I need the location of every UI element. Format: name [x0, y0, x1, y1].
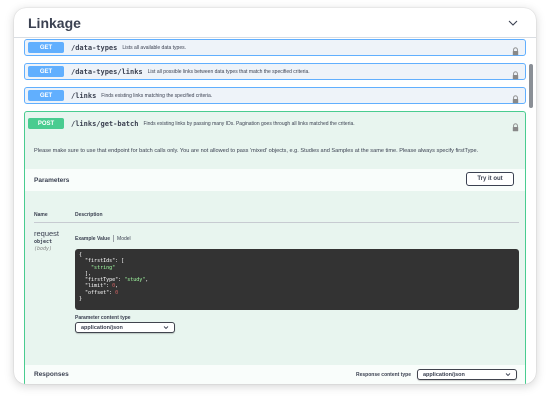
section-title: Linkage: [28, 14, 81, 31]
json-key: "firstType": [85, 277, 119, 284]
parameters-title: Parameters: [34, 176, 70, 184]
endpoint-get-data-types-links[interactable]: GET /data-types/links List all possible …: [24, 63, 526, 80]
responses-header: Responses Response content type applicat…: [25, 365, 525, 384]
json-brace: {: [79, 252, 83, 258]
endpoint-description: Lists all available data types.: [122, 44, 187, 51]
json-string: "string": [91, 264, 116, 271]
json-number: 0: [115, 289, 119, 296]
endpoint-description: List all possible links between data typ…: [147, 68, 310, 75]
endpoint-path: /links/get-batch: [71, 119, 139, 128]
try-it-out-button[interactable]: Try it out: [466, 172, 514, 186]
parameter-location: (body): [34, 246, 53, 252]
json-key: "firstIds": [85, 258, 116, 265]
response-content-type-select[interactable]: application/json: [417, 369, 517, 380]
column-header-description: Description: [75, 212, 103, 218]
tab-model[interactable]: Model: [117, 236, 131, 242]
parameter-type: object: [34, 239, 53, 245]
column-header-name: Name: [34, 212, 48, 218]
json-brace: }: [79, 296, 83, 303]
json-number: 0: [112, 283, 116, 290]
chevron-down-icon[interactable]: [508, 20, 518, 26]
scrollbar-thumb[interactable]: [529, 64, 533, 108]
endpoint-get-links[interactable]: GET /links Finds existing links matching…: [24, 87, 526, 104]
responses-title: Responses: [34, 371, 69, 378]
json-key: "offset": [85, 289, 110, 296]
column-divider: [34, 222, 519, 223]
example-value-code[interactable]: { "firstIds": [ "string" ], "firstType":…: [75, 249, 519, 310]
endpoint-get-data-types[interactable]: GET /data-types Lists all available data…: [24, 39, 526, 56]
json-punct: ],: [85, 270, 92, 277]
endpoint-note: Please make sure to use that endpoint fo…: [34, 148, 479, 154]
example-model-tabs: Example Value Model: [75, 235, 131, 242]
linkage-section: Linkage GET /data-types Lists all availa…: [14, 8, 536, 384]
endpoint-post-links-get-batch[interactable]: POST /links/get-batch Finds existing lin…: [24, 111, 526, 135]
parameter-content-type-select[interactable]: application/json: [75, 322, 175, 333]
method-badge: GET: [28, 66, 64, 77]
endpoint-description: Finds existing links by passing many IDs…: [143, 120, 355, 127]
lock-icon[interactable]: [512, 43, 519, 61]
endpoint-path: /links: [71, 91, 97, 100]
method-badge: GET: [28, 90, 64, 101]
lock-icon[interactable]: [512, 67, 519, 85]
endpoint-description: Finds existing links matching the specif…: [101, 92, 213, 99]
method-badge: GET: [28, 42, 64, 53]
tab-separator: [113, 235, 115, 242]
json-punct: : [: [115, 258, 125, 265]
method-badge: POST: [28, 118, 64, 129]
scrollbar[interactable]: [529, 44, 533, 378]
parameter-name: request: [34, 229, 60, 238]
endpoint-path: /data-types/links: [71, 67, 143, 76]
select-value: application/json: [423, 371, 465, 378]
parameters-header: Parameters Try it out: [25, 169, 525, 191]
caret-down-icon: [163, 325, 169, 332]
endpoint-path: /data-types: [71, 43, 118, 52]
json-string: "study": [124, 277, 146, 284]
endpoint-detail-panel: Please make sure to use that endpoint fo…: [24, 135, 526, 384]
parameter-content-type-label: Parameter content type: [75, 315, 131, 321]
json-key: "limit": [85, 283, 107, 290]
tab-example-value[interactable]: Example Value: [75, 236, 110, 242]
response-content-type-label: Response content type: [356, 372, 412, 378]
select-value: application/json: [81, 324, 123, 331]
section-header[interactable]: Linkage: [14, 8, 536, 38]
lock-icon[interactable]: [512, 91, 519, 109]
caret-down-icon: [505, 372, 511, 379]
